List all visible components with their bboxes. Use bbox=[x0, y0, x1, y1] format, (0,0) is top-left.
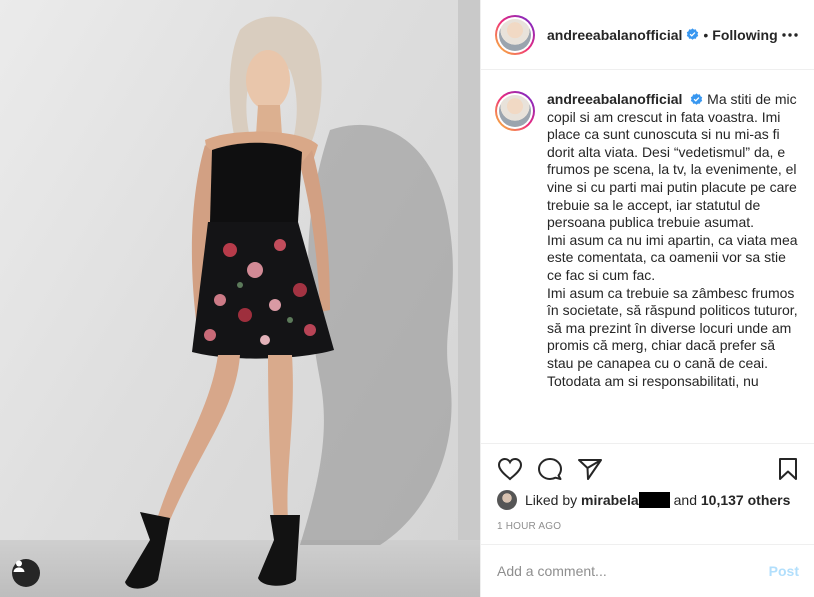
caption-paragraph: Totodata am si responsabilitati, nu bbox=[547, 372, 759, 389]
comment-icon[interactable] bbox=[537, 457, 563, 481]
face bbox=[246, 50, 290, 110]
caption-paragraph: Imi asum ca trebuie sa zâmbesc frumos în… bbox=[547, 284, 798, 371]
neck bbox=[256, 105, 282, 135]
left-shoe bbox=[125, 512, 170, 589]
bookmark-icon[interactable] bbox=[777, 457, 799, 481]
woman-illustration bbox=[125, 16, 453, 589]
verified-badge-icon bbox=[691, 93, 703, 105]
left-leg bbox=[158, 355, 240, 520]
user-icon bbox=[13, 560, 25, 572]
caption-paragraph: Imi asum ca nu imi apartin, ca viata mea… bbox=[547, 231, 798, 283]
heart-icon[interactable] bbox=[497, 457, 523, 481]
caption-username-link[interactable]: andreeabalanofficial bbox=[547, 91, 682, 107]
verified-badge-icon bbox=[687, 28, 699, 40]
more-horizontal-icon[interactable] bbox=[781, 26, 799, 44]
post-timestamp[interactable]: 1 HOUR AGO bbox=[497, 521, 561, 532]
tagged-users-button[interactable] bbox=[12, 559, 40, 587]
right-shoe bbox=[258, 515, 300, 586]
likes-conjunction: and bbox=[673, 492, 697, 508]
liker-username-link[interactable]: mirabela bbox=[581, 492, 639, 508]
caption-area[interactable]: andreeabalanofficial Ma stiti de mic cop… bbox=[481, 71, 814, 442]
dress-top bbox=[210, 142, 302, 222]
separator-dot: • bbox=[703, 26, 709, 43]
liker-avatar[interactable] bbox=[497, 490, 517, 510]
post-header: andreeabalanofficial • Following bbox=[481, 0, 814, 70]
following-button[interactable]: Following bbox=[712, 27, 777, 43]
redaction-box bbox=[638, 492, 670, 508]
caption-avatar[interactable] bbox=[495, 91, 535, 131]
comment-bar: Post bbox=[481, 544, 814, 597]
comment-input[interactable] bbox=[497, 563, 769, 579]
post-comment-button[interactable]: Post bbox=[769, 563, 799, 579]
username-link[interactable]: andreeabalanofficial bbox=[547, 27, 682, 43]
likes-count-link[interactable]: 10,137 others bbox=[701, 492, 791, 508]
post-photo[interactable] bbox=[0, 0, 480, 597]
caption-paragraph: Ma stiti de mic copil si am crescut in f… bbox=[547, 91, 797, 231]
action-bar bbox=[481, 443, 814, 493]
likes-prefix: Liked by bbox=[525, 492, 578, 508]
likes-summary: Liked by mirabela and 10,137 others bbox=[497, 488, 790, 512]
right-leg bbox=[268, 355, 293, 520]
share-icon[interactable] bbox=[577, 457, 603, 481]
caption-text: andreeabalanofficial Ma stiti de mic cop… bbox=[547, 91, 799, 390]
post-side-panel: andreeabalanofficial • Following andreea… bbox=[480, 0, 814, 597]
avatar[interactable] bbox=[495, 14, 535, 55]
